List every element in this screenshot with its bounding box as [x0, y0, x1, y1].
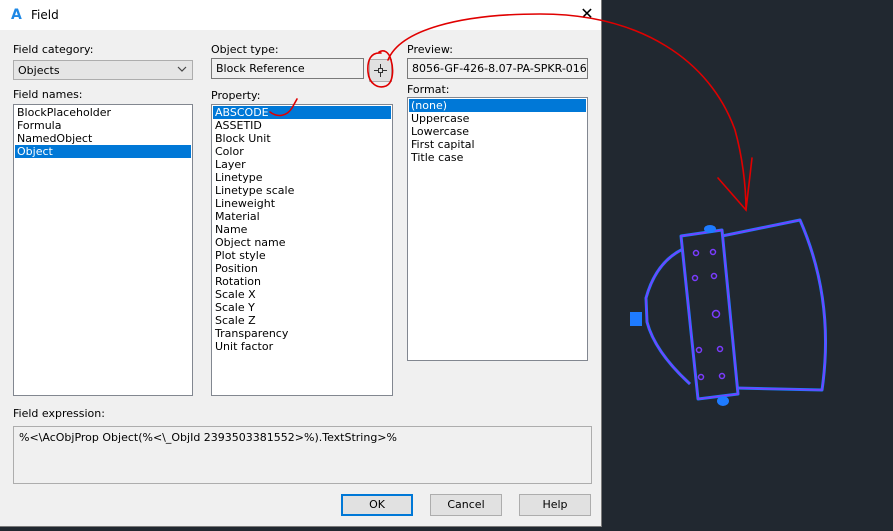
dialog-title: Field [31, 8, 59, 22]
list-item[interactable]: Plot style [213, 249, 391, 262]
field-expression-label: Field expression: [13, 407, 105, 420]
format-list[interactable]: (none) Uppercase Lowercase First capital… [407, 97, 588, 361]
list-item[interactable]: Lowercase [409, 125, 586, 138]
chevron-down-icon [177, 62, 187, 79]
list-item[interactable]: Lineweight [213, 197, 391, 210]
list-item[interactable]: First capital [409, 138, 586, 151]
autocad-logo-icon: A [11, 7, 22, 23]
property-label: Property: [211, 89, 261, 102]
crosshair-icon [374, 64, 387, 77]
object-type-label: Object type: [211, 43, 279, 56]
title-bar: A Field ✕ [0, 0, 601, 30]
field-names-label: Field names: [13, 88, 83, 101]
list-item[interactable]: Scale Y [213, 301, 391, 314]
list-item[interactable]: Title case [409, 151, 586, 164]
list-item[interactable]: Linetype [213, 171, 391, 184]
field-dialog: A Field ✕ Field category: Objects Field … [0, 0, 602, 527]
list-item[interactable]: Linetype scale [213, 184, 391, 197]
list-item[interactable]: ASSETID [213, 119, 391, 132]
close-icon[interactable]: ✕ [577, 4, 597, 24]
help-button[interactable]: Help [519, 494, 591, 516]
list-item-selected[interactable]: Object [15, 145, 191, 158]
list-item-selected[interactable]: ABSCODE [213, 106, 391, 119]
field-names-list[interactable]: BlockPlaceholder Formula NamedObject Obj… [13, 104, 193, 396]
list-item[interactable]: Unit factor [213, 340, 391, 353]
cancel-button[interactable]: Cancel [430, 494, 502, 516]
preview-field: 8056-GF-426-8.07-PA-SPKR-016 [407, 58, 588, 79]
select-object-button[interactable] [369, 59, 392, 82]
list-item[interactable]: Scale Z [213, 314, 391, 327]
list-item[interactable]: Name [213, 223, 391, 236]
list-item[interactable]: Formula [15, 119, 191, 132]
field-category-dropdown[interactable]: Objects [13, 60, 193, 80]
property-list[interactable]: ABSCODE ASSETID Block Unit Color Layer L… [211, 104, 393, 396]
field-expression-field[interactable]: %<\AcObjProp Object(%<\_ObjId 2393503381… [13, 426, 592, 484]
list-item[interactable]: Position [213, 262, 391, 275]
list-item-selected[interactable]: (none) [409, 99, 586, 112]
list-item[interactable]: Transparency [213, 327, 391, 340]
field-category-label: Field category: [13, 43, 94, 56]
format-label: Format: [407, 83, 450, 96]
list-item[interactable]: Color [213, 145, 391, 158]
ok-button[interactable]: OK [341, 494, 413, 516]
object-type-field: Block Reference [211, 58, 364, 79]
list-item[interactable]: Layer [213, 158, 391, 171]
list-item[interactable]: Rotation [213, 275, 391, 288]
list-item[interactable]: Uppercase [409, 112, 586, 125]
preview-label: Preview: [407, 43, 453, 56]
list-item[interactable]: Material [213, 210, 391, 223]
list-item[interactable]: Block Unit [213, 132, 391, 145]
list-item[interactable]: BlockPlaceholder [15, 106, 191, 119]
field-category-value: Objects [18, 64, 60, 77]
list-item[interactable]: Scale X [213, 288, 391, 301]
list-item[interactable]: NamedObject [15, 132, 191, 145]
list-item[interactable]: Object name [213, 236, 391, 249]
